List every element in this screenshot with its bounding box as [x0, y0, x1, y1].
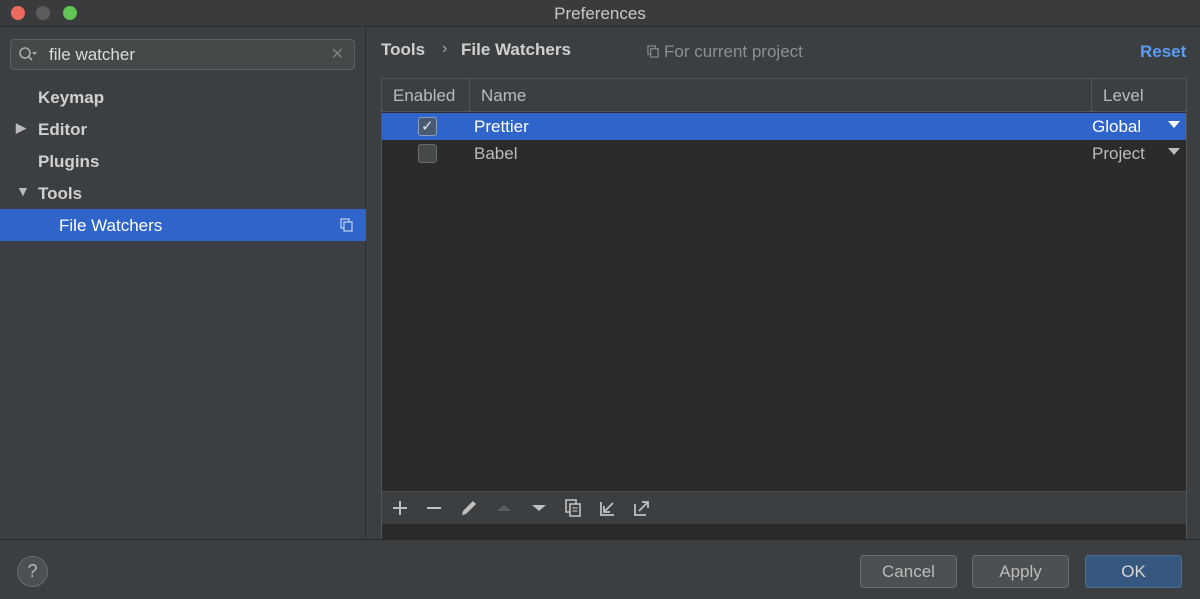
project-scope-icon [647, 45, 659, 58]
level-select[interactable]: Global [1092, 117, 1141, 137]
import-icon[interactable] [595, 495, 621, 521]
tree-item-label: Editor [38, 120, 88, 139]
project-scope-icon [340, 218, 353, 232]
tree-item-editor[interactable]: ▶ Editor [0, 113, 366, 145]
export-icon[interactable] [629, 495, 655, 521]
tree-item-label: Plugins [38, 152, 100, 171]
tree-item-tools[interactable]: ▼ Tools [0, 177, 366, 209]
level-select[interactable]: Project [1092, 144, 1145, 164]
help-button[interactable]: ? [17, 556, 48, 587]
column-divider [469, 79, 470, 112]
table-header: Enabled Name Level [382, 79, 1186, 112]
tree-item-label: Tools [38, 184, 83, 203]
title-bar: Preferences [0, 0, 1200, 27]
chevron-down-icon[interactable] [1168, 121, 1180, 128]
tree-item-keymap[interactable]: Keymap [0, 81, 366, 113]
tree-item-label: Keymap [38, 88, 105, 107]
window-title: Preferences [554, 4, 646, 23]
add-icon[interactable] [387, 495, 413, 521]
column-header-level[interactable]: Level [1103, 86, 1144, 106]
watcher-name: Prettier [474, 117, 529, 136]
clear-search-icon[interactable]: ✕ [331, 44, 344, 64]
watcher-name: Babel [474, 144, 518, 163]
remove-icon[interactable] [421, 495, 447, 521]
column-header-enabled[interactable]: Enabled [393, 86, 455, 106]
tree-item-label: File Watchers [59, 216, 163, 235]
breadcrumb-current: File Watchers [461, 40, 571, 59]
settings-sidebar: ✕ Keymap ▶ Editor Plugins ▼ Tools File W… [0, 28, 366, 539]
scope-note: For current project [647, 42, 803, 62]
table-toolbar [382, 491, 1186, 524]
apply-button[interactable]: Apply [972, 555, 1069, 588]
enabled-checkbox[interactable] [418, 144, 437, 163]
search-input[interactable] [49, 43, 329, 67]
ok-button[interactable]: OK [1085, 555, 1182, 588]
expand-arrow-icon[interactable]: ▶ [16, 120, 26, 136]
table-row[interactable]: Babel Project [382, 140, 1186, 167]
tree-item-plugins[interactable]: Plugins [0, 145, 366, 177]
collapse-arrow-icon[interactable]: ▼ [16, 183, 30, 199]
enabled-checkbox[interactable]: ✓ [418, 117, 437, 136]
cancel-button[interactable]: Cancel [860, 555, 957, 588]
breadcrumb-separator: › [442, 40, 448, 57]
tree-item-file-watchers[interactable]: File Watchers [0, 209, 366, 241]
settings-search-box[interactable]: ✕ [10, 39, 355, 70]
search-icon[interactable] [18, 46, 38, 64]
dialog-footer: ? Cancel Apply OK [0, 539, 1200, 599]
move-up-icon[interactable] [491, 495, 517, 521]
chevron-down-icon[interactable] [1168, 148, 1180, 155]
checkmark-icon: ✓ [421, 118, 434, 135]
file-watchers-table: Enabled Name Level ✓ Prettier Global Bab… [381, 78, 1187, 552]
copy-icon[interactable] [560, 495, 586, 521]
scope-note-text: For current project [664, 42, 803, 61]
move-down-icon[interactable] [526, 495, 552, 521]
breadcrumb-root[interactable]: Tools [381, 40, 425, 60]
column-divider [1091, 79, 1092, 112]
table-row[interactable]: ✓ Prettier Global [382, 113, 1186, 140]
column-header-name[interactable]: Name [481, 86, 526, 106]
reset-link[interactable]: Reset [1140, 42, 1200, 62]
settings-content: Tools › File Watchers For current projec… [367, 28, 1200, 552]
edit-icon[interactable] [456, 495, 482, 521]
